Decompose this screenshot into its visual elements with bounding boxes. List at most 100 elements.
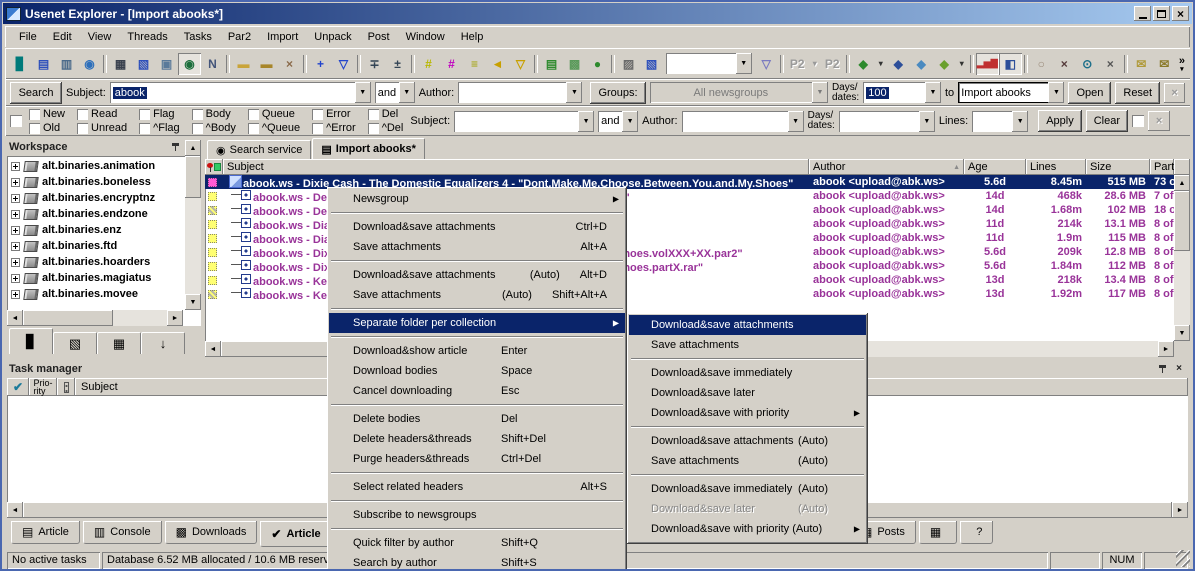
filter-lines-combo[interactable] bbox=[972, 111, 1028, 132]
filter-checkbox[interactable] bbox=[192, 123, 203, 134]
chevron-down-icon[interactable] bbox=[355, 82, 371, 103]
menu-item[interactable]: Import bbox=[259, 29, 306, 45]
toolbar-button[interactable] bbox=[778, 53, 786, 75]
read-book-icon[interactable]: ▧ bbox=[640, 53, 663, 75]
context-menu-item[interactable] bbox=[331, 308, 623, 310]
expand-plus-icon[interactable] bbox=[11, 178, 20, 187]
filter-checkbox[interactable] bbox=[368, 123, 379, 134]
context-menu-item[interactable] bbox=[331, 528, 623, 530]
thread-node-icon[interactable] bbox=[227, 217, 253, 229]
bottom-tab[interactable]: ▩ Downloads bbox=[165, 521, 258, 544]
groups-button[interactable]: Groups: bbox=[590, 82, 645, 104]
expand-plus-icon[interactable] bbox=[11, 290, 20, 299]
auto-filter-checkbox[interactable] bbox=[1132, 115, 1144, 127]
scroll-left-icon[interactable]: ◄ bbox=[7, 310, 23, 326]
context-menu-item[interactable]: Subscribe to newsgroups bbox=[329, 505, 625, 525]
context-menu-item[interactable]: Search by author Shift+S bbox=[329, 553, 625, 571]
clear-button[interactable]: Clear bbox=[1086, 110, 1128, 132]
toolbar-button[interactable] bbox=[355, 53, 363, 75]
minimize-button[interactable] bbox=[1134, 6, 1151, 21]
context-menu-item[interactable]: Download&save attachments (Auto) Alt+D bbox=[329, 265, 625, 285]
tree-item[interactable]: alt.binaries.encryptnz bbox=[9, 190, 201, 206]
filter-subject-combo[interactable] bbox=[454, 111, 594, 132]
chevron-down-icon[interactable] bbox=[566, 82, 582, 103]
bozo-list-icon[interactable]: ○ bbox=[1030, 53, 1053, 75]
context-menu-item[interactable]: Cancel downloading Esc bbox=[329, 381, 625, 401]
thread-node-icon[interactable] bbox=[227, 175, 243, 187]
chevron-down-icon[interactable] bbox=[1048, 82, 1064, 103]
context-menu-item[interactable]: Download bodies Space bbox=[329, 361, 625, 381]
chevron-down-icon[interactable] bbox=[578, 111, 594, 132]
chevron-down-icon[interactable] bbox=[399, 82, 415, 103]
menu-item[interactable]: Par2 bbox=[220, 29, 259, 45]
mail-save-icon[interactable]: ✉ bbox=[1153, 53, 1176, 75]
tools-icon[interactable]: × bbox=[1099, 53, 1122, 75]
filter-checkbox[interactable] bbox=[248, 123, 259, 134]
toolbar-button[interactable] bbox=[1122, 53, 1130, 75]
par2-verify-icon[interactable]: P2 bbox=[786, 53, 809, 75]
search-subject-combo[interactable]: abook bbox=[110, 82, 371, 103]
thread-node-icon[interactable] bbox=[227, 245, 253, 257]
thread-node-icon[interactable] bbox=[227, 189, 253, 201]
open-button[interactable]: Open bbox=[1068, 82, 1111, 104]
expand-plus-icon[interactable] bbox=[11, 258, 20, 267]
context-menu-item[interactable]: Download&save attachments Ctrl+D bbox=[329, 217, 625, 237]
submenu-item[interactable] bbox=[631, 474, 864, 476]
filter-edit-icon[interactable]: ▽ bbox=[755, 53, 778, 75]
expand-threads-icon[interactable]: ± bbox=[386, 53, 409, 75]
submenu-item[interactable]: Download&save immediately bbox=[629, 363, 866, 383]
priority-icon-column-header[interactable] bbox=[57, 378, 75, 396]
filter-checkbox[interactable] bbox=[192, 109, 203, 120]
search-bool-combo[interactable]: and bbox=[375, 82, 415, 103]
menu-item[interactable]: Threads bbox=[119, 29, 175, 45]
workspace-tab-search[interactable]: ▧ bbox=[53, 332, 97, 354]
check-column-header[interactable]: ✔ bbox=[7, 378, 29, 396]
open-book-icon[interactable]: ▤ bbox=[32, 53, 55, 75]
context-menu-item[interactable]: Save attachments Alt+A bbox=[329, 237, 625, 257]
chevron-down-icon[interactable] bbox=[919, 111, 935, 132]
submenu-item[interactable]: Save attachments bbox=[629, 335, 866, 355]
toolbar-button[interactable] bbox=[968, 53, 976, 75]
menu-item[interactable]: Unpack bbox=[306, 29, 359, 45]
context-menu-item[interactable]: Delete bodies Del bbox=[329, 409, 625, 429]
expand-plus-icon[interactable] bbox=[11, 242, 20, 251]
toolbar-button[interactable] bbox=[1022, 53, 1030, 75]
scheduler-icon[interactable]: ⊙ bbox=[1076, 53, 1099, 75]
tree-item[interactable]: alt.binaries.magiatus bbox=[9, 270, 201, 286]
workspace-tab-downloads[interactable]: ↓ bbox=[141, 332, 185, 354]
context-menu-item[interactable] bbox=[331, 404, 623, 406]
web-download-icon[interactable]: ◉ bbox=[78, 53, 101, 75]
newsgroups-globe-icon[interactable]: ● bbox=[586, 53, 609, 75]
tree-item[interactable]: alt.binaries.enz bbox=[9, 222, 201, 238]
toolbar-group-combo[interactable] bbox=[666, 53, 752, 74]
chevron-down-icon[interactable] bbox=[925, 82, 941, 103]
unpack-all-icon[interactable]: ◆ bbox=[910, 53, 933, 75]
scrollbar-thumb[interactable] bbox=[1174, 191, 1190, 251]
find-article-icon[interactable]: ▣ bbox=[155, 53, 178, 75]
bottom-tab[interactable]: ✔ Article bbox=[260, 521, 331, 547]
toolbar-button[interactable] bbox=[609, 53, 617, 75]
chevron-down-icon[interactable] bbox=[788, 111, 804, 132]
par2-create-icon[interactable]: P2 bbox=[821, 53, 844, 75]
toolbar-overflow-button[interactable]: » ▾ bbox=[1176, 55, 1188, 72]
filter-checkbox[interactable] bbox=[312, 123, 323, 134]
scroll-up-icon[interactable]: ▲ bbox=[1174, 175, 1190, 191]
menu-item[interactable]: Tasks bbox=[176, 29, 220, 45]
import-nzb-icon[interactable]: ▤ bbox=[540, 53, 563, 75]
unpack-icon[interactable]: ◆ bbox=[852, 53, 875, 75]
save-book-icon[interactable]: ▨ bbox=[617, 53, 640, 75]
print-icon[interactable]: ▦ bbox=[109, 53, 132, 75]
toolbar-button[interactable] bbox=[844, 53, 852, 75]
new-folder-icon[interactable]: ▬ bbox=[232, 53, 255, 75]
bottom-tab[interactable]: ▦ bbox=[919, 521, 957, 544]
close-filter-icon[interactable]: × bbox=[1148, 111, 1170, 131]
unpack-dropdown-icon[interactable]: ▾ bbox=[875, 53, 887, 75]
context-menu-item[interactable] bbox=[331, 260, 623, 262]
submenu-item[interactable]: Download&save later (Auto) bbox=[629, 499, 866, 519]
toolbar-button[interactable] bbox=[532, 53, 540, 75]
filter-checkbox[interactable] bbox=[368, 109, 379, 120]
queue-list-icon[interactable]: ≡ bbox=[463, 53, 486, 75]
context-menu-item[interactable]: Newsgroup ▶ bbox=[329, 189, 625, 209]
pin-button[interactable] bbox=[1155, 362, 1169, 375]
tree-item[interactable]: alt.binaries.boneless bbox=[9, 174, 201, 190]
